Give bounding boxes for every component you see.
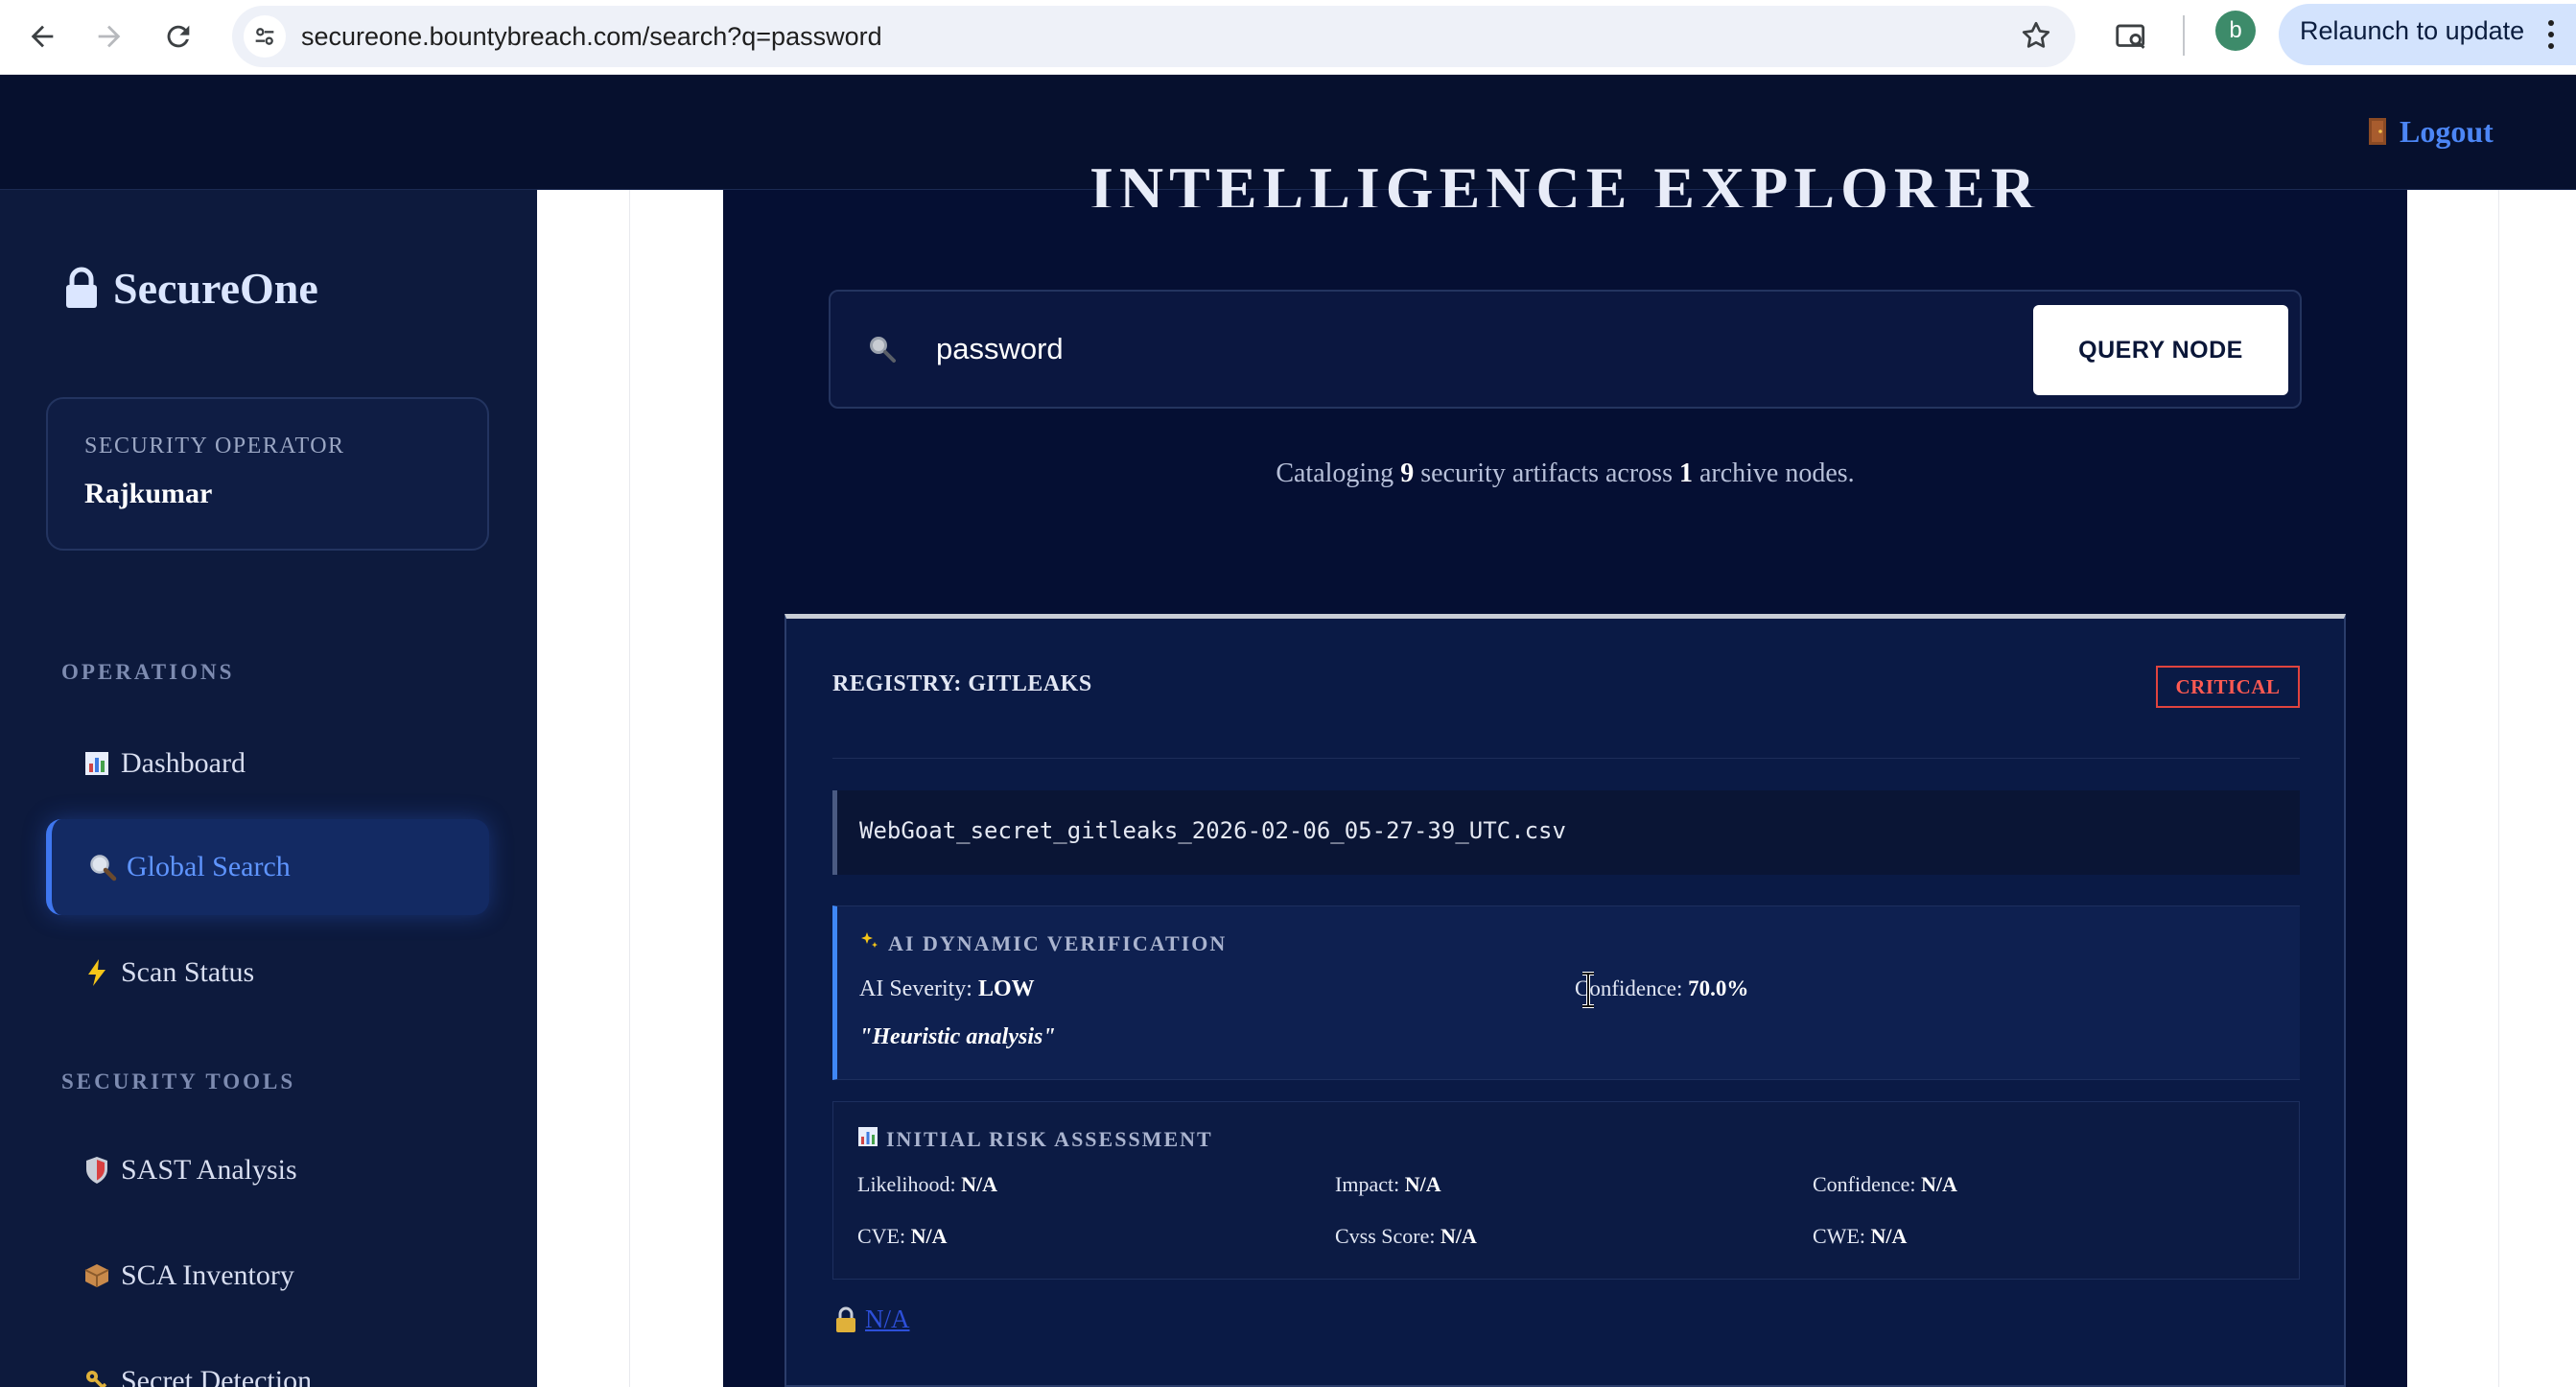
page-title: INTELLIGENCE EXPLORER: [1089, 154, 2041, 207]
risk-assessment-heading: INITIAL RISK ASSESSMENT: [857, 1126, 1213, 1153]
forward-button[interactable]: [81, 8, 138, 65]
sidebar-item-global-search[interactable]: Global Search: [46, 819, 489, 915]
ai-severity-value: LOW: [977, 976, 1035, 1001]
ai-severity: AI Severity: LOW: [859, 976, 1035, 1002]
catalog-prefix: Cataloging: [1276, 458, 1394, 488]
risk-cvss-score: Cvss Score: N/A: [1335, 1224, 1477, 1249]
operator-role: SECURITY OPERATOR: [84, 434, 345, 458]
sidebar-item-sca-inventory[interactable]: SCA Inventory: [46, 1228, 489, 1324]
risk-value: N/A: [910, 1224, 948, 1248]
risk-label: CWE:: [1813, 1224, 1865, 1248]
key-icon: [82, 1368, 111, 1387]
lightning-icon: [82, 958, 111, 987]
ai-confidence: Confidence: 70.0%: [1575, 976, 1748, 1001]
risk-value: N/A: [1440, 1224, 1477, 1248]
lock-icon: [836, 1306, 855, 1332]
ai-severity-label: AI Severity:: [859, 976, 972, 1001]
artifact-file-name: WebGoat_secret_gitleaks_2026-02-06_05-27…: [859, 817, 1566, 844]
risk-value: N/A: [1870, 1224, 1908, 1248]
search-input[interactable]: [936, 320, 2010, 378]
sidebar-item-label: Global Search: [127, 851, 291, 882]
reload-icon: [167, 25, 190, 48]
arrow-right-icon: [98, 25, 121, 48]
reload-button[interactable]: [150, 8, 207, 65]
risk-label: Confidence:: [1813, 1172, 1916, 1196]
risk-value: N/A: [961, 1172, 998, 1196]
card-divider: [832, 758, 2300, 759]
section-operations: OPERATIONS: [61, 660, 235, 684]
sidebar-item-sast-analysis[interactable]: SAST Analysis: [46, 1122, 489, 1218]
ai-verification-heading: AI DYNAMIC VERIFICATION: [859, 930, 1227, 957]
catalog-middle: security artifacts across: [1420, 458, 1673, 488]
risk-label: Impact:: [1335, 1172, 1400, 1196]
panel-gutter-left: [629, 190, 723, 1387]
logout-label[interactable]: Logout: [2400, 114, 2494, 150]
more-menu-icon[interactable]: [2540, 12, 2563, 58]
shield-icon: [82, 1156, 111, 1185]
relaunch-update-label[interactable]: Relaunch to update: [2300, 13, 2524, 48]
brand-name: SecureOne: [113, 263, 318, 313]
risk-label: Likelihood:: [857, 1172, 956, 1196]
sidebar-item-label: SAST Analysis: [121, 1154, 297, 1186]
risk-label: Cvss Score:: [1335, 1224, 1436, 1248]
operator-name: Rajkumar: [84, 478, 213, 509]
ai-heading-text: AI DYNAMIC VERIFICATION: [888, 931, 1228, 955]
arrow-left-icon: [31, 25, 54, 48]
section-security-tools: SECURITY TOOLS: [61, 1070, 296, 1093]
chart-icon: [857, 1126, 878, 1153]
risk-cve: CVE: N/A: [857, 1224, 948, 1249]
risk-value: N/A: [1404, 1172, 1441, 1196]
risk-confidence: Confidence: N/A: [1813, 1172, 1957, 1197]
text-cursor-icon: [1582, 972, 1594, 1008]
bookmark-star-icon[interactable]: [2012, 12, 2060, 59]
query-node-button[interactable]: QUERY NODE: [2033, 305, 2288, 395]
sidebar-item-label: Secret Detection: [121, 1365, 313, 1387]
door-icon: [2369, 118, 2386, 145]
node-count: 1: [1678, 458, 1693, 488]
secret-link-text[interactable]: N/A: [865, 1305, 910, 1334]
ai-confidence-value: 70.0%: [1688, 976, 1749, 1000]
catalog-suffix: archive nodes.: [1698, 458, 1855, 488]
package-icon: [82, 1262, 111, 1289]
chart-icon: [82, 750, 111, 777]
brand-logo[interactable]: SecureOne: [63, 259, 318, 317]
operator-card: [46, 397, 489, 551]
sparkles-icon: [859, 930, 880, 957]
artifact-count: 9: [1400, 458, 1415, 488]
risk-likelihood: Likelihood: N/A: [857, 1172, 997, 1197]
risk-cwe: CWE: N/A: [1813, 1224, 1907, 1249]
sidebar-item-label: Scan Status: [121, 956, 255, 988]
ai-analysis-note: "Heuristic analysis": [859, 1024, 1056, 1049]
sidebar-item-dashboard[interactable]: Dashboard: [46, 716, 489, 811]
lock-icon: [66, 267, 97, 308]
logout-link[interactable]: Logout: [2367, 107, 2494, 155]
profile-avatar[interactable]: b: [2215, 11, 2256, 51]
registry-label: REGISTRY: GITLEAKS: [832, 671, 1092, 696]
secret-link[interactable]: N/A: [834, 1305, 910, 1334]
search-icon: [88, 853, 117, 882]
address-bar-url[interactable]: secureone.bountybreach.com/search?q=pass…: [301, 12, 882, 60]
sidebar-item-secret-detection[interactable]: Secret Detection: [46, 1333, 489, 1387]
risk-value: N/A: [1921, 1172, 1957, 1196]
panel-gutter-right: [2407, 190, 2499, 1387]
screen-search-icon[interactable]: [2106, 12, 2156, 61]
site-settings-icon[interactable]: [244, 15, 286, 58]
toolbar-divider: [2183, 15, 2185, 56]
sidebar-item-label: SCA Inventory: [121, 1259, 294, 1291]
risk-label: CVE:: [857, 1224, 906, 1248]
risk-heading-text: INITIAL RISK ASSESSMENT: [886, 1127, 1213, 1151]
sidebar-item-scan-status[interactable]: Scan Status: [46, 925, 489, 1021]
catalog-summary: Cataloging 9 security artifacts across 1…: [723, 458, 2407, 489]
severity-badge: CRITICAL: [2156, 666, 2300, 708]
risk-impact: Impact: N/A: [1335, 1172, 1441, 1197]
back-button[interactable]: [13, 8, 71, 65]
sidebar-item-label: Dashboard: [121, 747, 246, 779]
magnifier-icon: [861, 328, 902, 368]
